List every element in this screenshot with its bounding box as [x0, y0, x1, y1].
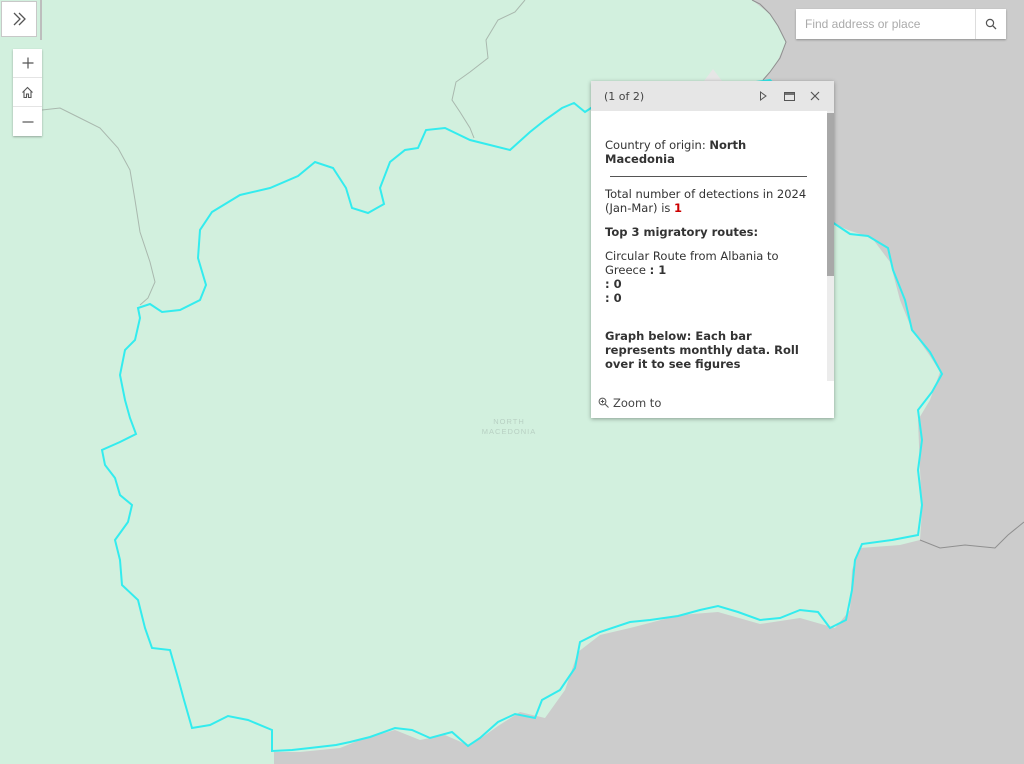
search-input[interactable]: [796, 9, 975, 39]
next-feature-button[interactable]: [750, 83, 776, 109]
origin-line: Country of origin: North Macedonia: [605, 138, 817, 166]
close-icon: [810, 91, 820, 101]
maximize-popup-button[interactable]: [776, 83, 802, 109]
popup-rule: [610, 176, 807, 177]
routes-heading: Top 3 migratory routes:: [605, 225, 817, 239]
country-map-label: NORTH MACEDONIA: [454, 417, 564, 437]
feature-popup: (1 of 2) Country of origin: North Macedo…: [591, 81, 834, 418]
graph-note: Graph below: Each bar represents monthly…: [605, 329, 799, 371]
zoom-out-button[interactable]: [13, 107, 42, 136]
home-icon: [22, 86, 33, 98]
search-icon: [985, 18, 997, 30]
route-name: Circular Route from Albania to Greece: [605, 249, 779, 277]
search-button[interactable]: [975, 9, 1006, 39]
search-widget: [796, 9, 1006, 39]
home-button[interactable]: [13, 78, 42, 107]
country-label-line2: MACEDONIA: [481, 427, 537, 436]
zoom-to-link[interactable]: Zoom to: [598, 396, 661, 410]
route-value: 1: [658, 263, 667, 277]
route-value: 0: [613, 277, 622, 291]
route-item: Circular Route from Albania to Greece : …: [605, 249, 779, 277]
route-item: : 0: [605, 291, 622, 305]
sidebar-toggle-button[interactable]: [1, 1, 37, 37]
close-popup-button[interactable]: [802, 83, 828, 109]
popup-pointer: [704, 69, 722, 81]
zoom-controls: [13, 49, 42, 136]
popup-content: Country of origin: North Macedonia Total…: [605, 138, 817, 371]
origin-label: Country of origin:: [605, 138, 710, 152]
popup-body[interactable]: Country of origin: North Macedonia Total…: [591, 111, 834, 387]
sidebar-edge: [40, 0, 42, 40]
popup-scrollbar-thumb[interactable]: [827, 113, 834, 276]
zoom-to-label: Zoom to: [613, 395, 662, 410]
detections-value: 1: [674, 201, 683, 215]
popup-footer: Zoom to: [591, 387, 834, 418]
route-item: : 0: [605, 277, 622, 291]
route-value: 0: [613, 291, 622, 305]
detections-line: Total number of detections in 2024 (Jan-…: [605, 187, 817, 215]
map-canvas[interactable]: [0, 0, 1024, 764]
maximize-icon: [783, 91, 795, 101]
popup-pager: (1 of 2): [604, 89, 645, 103]
double-chevron-right-icon: [13, 12, 26, 26]
popup-header: (1 of 2): [591, 81, 834, 111]
routes-heading-text: Top 3 migratory routes:: [605, 225, 759, 239]
minus-icon: [22, 120, 33, 123]
zoom-in-magnifier-icon: [598, 397, 609, 408]
play-next-icon: [760, 91, 767, 101]
plus-icon: [22, 57, 33, 69]
popup-scrollbar[interactable]: [827, 111, 834, 381]
detections-text: Total number of detections in 2024 (Jan-…: [605, 187, 807, 215]
zoom-in-button[interactable]: [13, 49, 42, 78]
country-label-line1: NORTH: [493, 417, 525, 426]
